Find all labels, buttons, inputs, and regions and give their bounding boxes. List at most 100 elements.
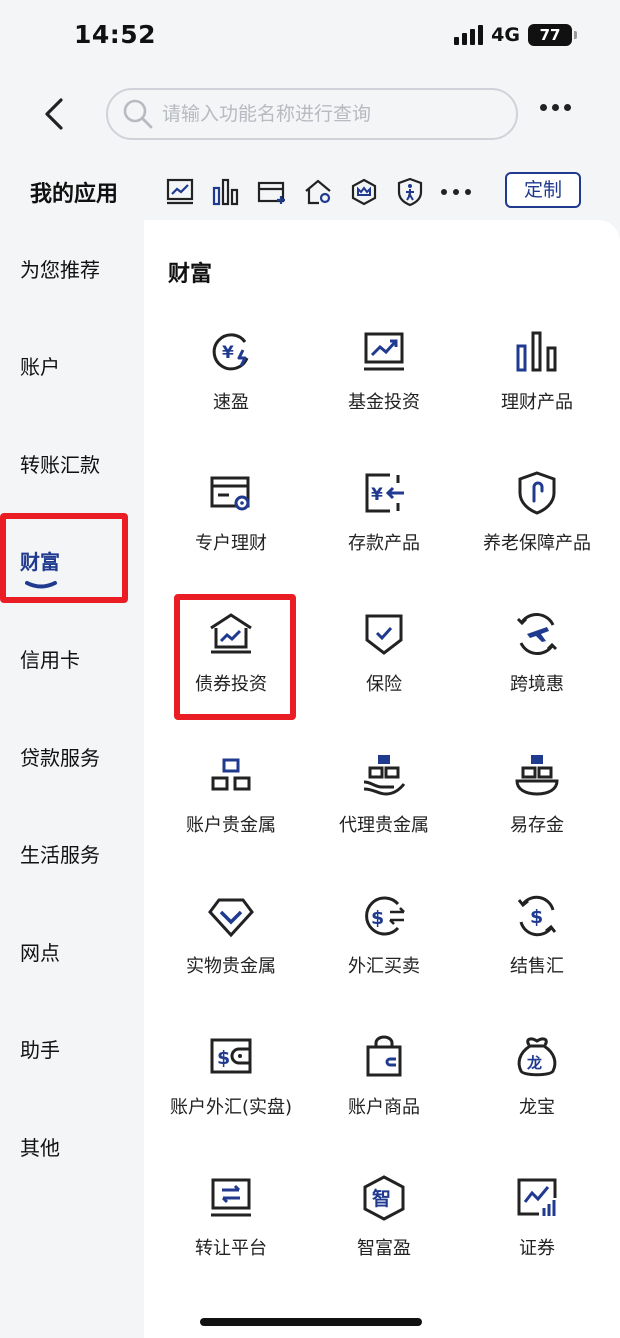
gold-bars-icon: [211, 758, 251, 791]
tile-label: 智富盈: [357, 1238, 411, 1259]
bars-icon: [516, 331, 557, 372]
back-button[interactable]: [34, 92, 74, 136]
tile-label: 账户商品: [348, 1097, 420, 1118]
tile-zhifuying[interactable]: 智 智富盈: [309, 1158, 459, 1288]
shield-cane-icon: [518, 471, 556, 515]
tile-label: 账户贵金属: [186, 815, 276, 836]
my-apps-title: 我的应用: [30, 182, 119, 207]
person-shield-icon[interactable]: [392, 174, 428, 210]
diamond-icon: [208, 898, 254, 938]
shield-check-icon: [365, 614, 403, 655]
crown-shield-icon[interactable]: [346, 174, 382, 210]
sidebar-item-credit-card[interactable]: 信用卡: [0, 630, 144, 690]
tile-transfer-platform[interactable]: 转让平台: [156, 1158, 306, 1288]
search-box[interactable]: [106, 88, 518, 140]
sidebar-item-recommend[interactable]: 为您推荐: [0, 240, 144, 300]
dragon-bag-icon: 龙: [517, 1037, 557, 1077]
tile-cross-border[interactable]: 跨境惠: [462, 594, 612, 724]
dollar-exchange-icon: $: [365, 896, 405, 936]
tile-easy-gold[interactable]: 易存金: [462, 735, 612, 865]
more-dot: [552, 104, 559, 111]
stock-chart-icon: [517, 1178, 557, 1216]
home-indicator[interactable]: [200, 1318, 422, 1326]
svg-text:$: $: [217, 1047, 230, 1069]
search-input[interactable]: [162, 103, 502, 125]
tile-label: 基金投资: [348, 392, 420, 413]
tile-label: 转让平台: [195, 1238, 267, 1259]
network-label: 4G: [491, 24, 520, 46]
tile-longbao[interactable]: 龙 龙宝: [462, 1017, 612, 1147]
tile-label: 养老保障产品: [483, 533, 591, 554]
tile-wealth-products[interactable]: 理财产品: [462, 312, 612, 442]
tile-insurance[interactable]: 保险: [309, 594, 459, 724]
tile-fx-settlement[interactable]: $ 结售汇: [462, 876, 612, 1006]
monitor-chart-icon: [364, 332, 404, 371]
tile-account-commodity[interactable]: 账户商品: [309, 1017, 459, 1147]
status-bar: 14:52 4G 77: [0, 0, 620, 72]
more-dot: [564, 104, 571, 111]
category-sidebar: 为您推荐 账户 转账汇款 财富 信用卡 贷款服务 生活服务 网点 助手 其他: [0, 220, 144, 1338]
my-apps-icons: [162, 174, 474, 210]
yen-lightning-icon: ¥: [212, 333, 249, 371]
section-title: 财富: [168, 262, 213, 287]
svg-text:$: $: [530, 906, 543, 928]
status-indicators: 4G 77: [454, 24, 577, 46]
main-panel: 为您推荐 账户 转账汇款 财富 信用卡 贷款服务 生活服务 网点 助手 其他 财…: [0, 220, 620, 1338]
tile-agency-metal[interactable]: 代理贵金属: [309, 735, 459, 865]
highlight-frame-sidebar: [0, 513, 128, 603]
wealth-content: 财富 ¥ 速盈 基金投资 理财产品 专户理财 ¥ 存款产品 养老保障产品 债券投…: [144, 220, 620, 1338]
gold-hand-icon: [363, 755, 406, 796]
more-button[interactable]: [540, 104, 571, 111]
tile-label: 证券: [519, 1238, 555, 1259]
tile-pension[interactable]: 养老保障产品: [462, 453, 612, 583]
svg-text:$: $: [371, 907, 384, 929]
tile-label: 速盈: [213, 392, 249, 413]
card-add-icon[interactable]: [254, 174, 290, 210]
sidebar-item-transfer[interactable]: 转账汇款: [0, 435, 144, 495]
tile-label: 理财产品: [501, 392, 573, 413]
sidebar-item-other[interactable]: 其他: [0, 1118, 144, 1178]
search-icon: [123, 99, 153, 129]
my-apps-row: 我的应用 定制: [0, 166, 620, 218]
tile-forex-trading[interactable]: $ 外汇买卖: [309, 876, 459, 1006]
card-lock-icon: [210, 476, 250, 511]
more-dot: [540, 104, 547, 111]
tile-special-account[interactable]: 专户理财: [156, 453, 306, 583]
battery-icon: 77: [528, 24, 577, 46]
house-location-icon[interactable]: [300, 174, 336, 210]
tile-physical-metal[interactable]: 实物贵金属: [156, 876, 306, 1006]
gold-bowl-icon: [515, 755, 559, 796]
tile-label: 保险: [366, 674, 402, 695]
bars-icon[interactable]: [208, 174, 244, 210]
tile-label: 易存金: [510, 815, 564, 836]
tile-account-metal[interactable]: 账户贵金属: [156, 735, 306, 865]
sidebar-item-life[interactable]: 生活服务: [0, 825, 144, 885]
tile-suying[interactable]: ¥ 速盈: [156, 312, 306, 442]
chevron-left-icon: [45, 98, 63, 130]
svg-text:龙: 龙: [526, 1054, 542, 1072]
tile-deposit[interactable]: ¥ 存款产品: [309, 453, 459, 583]
tile-label: 代理贵金属: [339, 815, 429, 836]
customize-button[interactable]: 定制: [505, 172, 581, 208]
dollar-wallet-icon: $: [210, 1038, 252, 1074]
svg-text:¥: ¥: [371, 485, 383, 505]
status-time: 14:52: [74, 20, 157, 49]
sidebar-item-loan[interactable]: 贷款服务: [0, 728, 144, 788]
tile-fund[interactable]: 基金投资: [309, 312, 459, 442]
sidebar-item-branch[interactable]: 网点: [0, 923, 144, 983]
tile-account-forex[interactable]: $ 账户外汇(实盘): [156, 1017, 306, 1147]
svg-text:智: 智: [372, 1187, 391, 1210]
more-dots-icon[interactable]: [438, 174, 474, 210]
transfer-screen-icon: [211, 1178, 251, 1217]
hexagon-zhi-icon: 智: [363, 1175, 405, 1221]
plane-globe-icon: [516, 612, 558, 656]
chart-icon[interactable]: [162, 174, 198, 210]
tile-label: 专户理财: [195, 533, 267, 554]
tile-label: 龙宝: [519, 1097, 555, 1118]
sidebar-item-assistant[interactable]: 助手: [0, 1020, 144, 1080]
yen-deposit-icon: ¥: [365, 473, 404, 513]
tile-label: 存款产品: [348, 533, 420, 554]
tile-securities[interactable]: 证券: [462, 1158, 612, 1288]
sidebar-item-account[interactable]: 账户: [0, 337, 144, 397]
dollar-cycle-icon: $: [517, 895, 557, 937]
